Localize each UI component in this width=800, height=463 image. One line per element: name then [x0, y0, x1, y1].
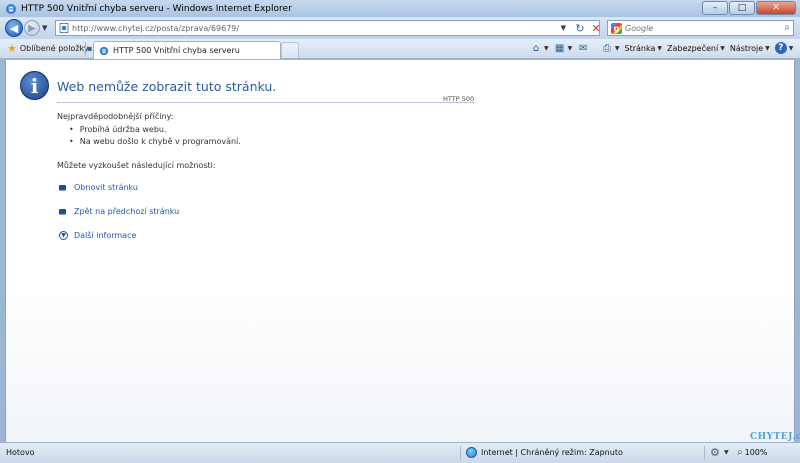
new-tab-button[interactable] [281, 42, 299, 58]
chytej-logo: CHYTEJ.cz [750, 430, 800, 460]
minimize-button[interactable]: – [702, 1, 728, 15]
page-menu[interactable]: Stránka [625, 44, 656, 53]
search-input[interactable] [625, 23, 765, 33]
command-bar: ⌂ ▼ ▦ ▼ ✉ ▼ ⎙ ▼ Stránka ▼ Zabezpečení ▼ … [530, 42, 798, 54]
refresh-page-label[interactable]: Obnovit stránku [74, 183, 138, 192]
status-separator [460, 446, 461, 460]
print-dropdown-icon[interactable]: ▼ [615, 45, 620, 52]
tab-active[interactable]: HTTP 500 Vnitřní chyba serveru [93, 41, 281, 59]
gear-icon[interactable]: ⚙ [710, 446, 720, 459]
search-icon[interactable]: ⌕ [784, 22, 790, 33]
bullet-icon [59, 185, 66, 190]
tools-menu[interactable]: Nástroje [730, 44, 763, 53]
print-icon[interactable]: ⎙ [601, 42, 613, 54]
feeds-dropdown-icon[interactable]: ▼ [568, 45, 573, 52]
refresh-icon[interactable]: ↻ [573, 21, 587, 35]
causes-heading: Nejpravděpodobnější příčiny: [57, 112, 174, 121]
google-icon[interactable]: g [611, 22, 622, 34]
tab-page-icon [99, 46, 109, 55]
close-button[interactable]: ✕ [756, 1, 796, 15]
navigation-bar: ◀ ▶ ▼ ▼ ↻ ✕ g ⌕ [0, 17, 800, 39]
tab-bar: ★ Oblíbené položky ▪ HTTP 500 Vnitřní ch… [0, 39, 800, 59]
go-back-link[interactable]: Zpět na předchozí stránku [59, 207, 179, 216]
home-icon[interactable]: ⌂ [530, 42, 542, 54]
cause-item: Probíhá údržba webu. [69, 125, 167, 134]
help-dropdown-icon[interactable]: ▼ [789, 45, 794, 52]
page-content: i Web nemůže zobrazit tuto stránku. HTTP… [5, 60, 795, 442]
safety-menu[interactable]: Zabezpečení [667, 44, 718, 53]
tab-label: HTTP 500 Vnitřní chyba serveru [113, 46, 240, 55]
title-divider [57, 102, 475, 103]
search-box[interactable]: g ⌕ [607, 20, 794, 36]
refresh-page-link[interactable]: Obnovit stránku [59, 183, 138, 192]
history-dropdown-icon[interactable]: ▼ [42, 24, 47, 32]
quick-tabs-icon[interactable]: ▪ [87, 44, 92, 53]
back-button[interactable]: ◀ [5, 19, 23, 37]
tab-separator [85, 42, 86, 56]
more-info-link[interactable]: ▼ Další informace [59, 231, 136, 240]
go-back-label[interactable]: Zpět na předchozí stránku [74, 207, 179, 216]
logo-text: CHYTEJ.cz [750, 432, 800, 442]
magnifier-icon: ⌕ [737, 447, 743, 458]
stop-icon[interactable]: ✕ [589, 21, 603, 35]
address-bar[interactable]: ▼ [55, 20, 600, 36]
error-title: Web nemůže zobrazit tuto stránku. [57, 79, 277, 94]
tools-dropdown-icon[interactable]: ▼ [765, 45, 770, 52]
internet-explorer-icon [6, 3, 16, 14]
address-input[interactable] [72, 23, 552, 33]
page-dropdown-icon[interactable]: ▼ [657, 45, 662, 52]
maximize-button[interactable]: □ [729, 1, 755, 15]
window-title: HTTP 500 Vnitřní chyba serveru - Windows… [21, 3, 292, 14]
star-icon: ★ [7, 42, 17, 55]
safety-dropdown-icon[interactable]: ▼ [720, 45, 725, 52]
security-zone[interactable]: Internet | Chráněný režim: Zapnuto [466, 447, 623, 458]
forward-button[interactable]: ▶ [24, 20, 40, 36]
address-dropdown-icon[interactable]: ▼ [561, 24, 566, 32]
gear-dropdown-icon[interactable]: ▼ [724, 449, 729, 456]
window-controls: – □ ✕ [701, 1, 796, 15]
status-separator [704, 446, 705, 460]
title-bar: HTTP 500 Vnitřní chyba serveru - Windows… [0, 0, 800, 17]
feeds-icon[interactable]: ▦ [554, 42, 566, 54]
bullet-icon [59, 209, 66, 214]
more-info-label[interactable]: Další informace [74, 231, 136, 240]
status-text: Hotovo [6, 448, 35, 457]
favorites-label: Oblíbené položky [19, 44, 89, 53]
zone-label: Internet | Chráněný režim: Zapnuto [481, 448, 623, 457]
home-dropdown-icon[interactable]: ▼ [544, 45, 549, 52]
globe-icon [466, 447, 477, 458]
cause-item: Na webu došlo k chybě v programování. [69, 137, 241, 146]
status-bar: Hotovo Internet | Chráněný režim: Zapnut… [0, 442, 800, 463]
mail-icon[interactable]: ✉ [577, 42, 589, 54]
info-icon: i [20, 71, 49, 100]
options-heading: Můžete vyzkoušet následující možnosti: [57, 161, 216, 170]
favorites-button[interactable]: ★ Oblíbené položky [7, 42, 89, 55]
expand-chevron-icon[interactable]: ▼ [59, 231, 68, 240]
help-icon[interactable]: ? [774, 42, 787, 54]
page-icon [59, 23, 69, 33]
